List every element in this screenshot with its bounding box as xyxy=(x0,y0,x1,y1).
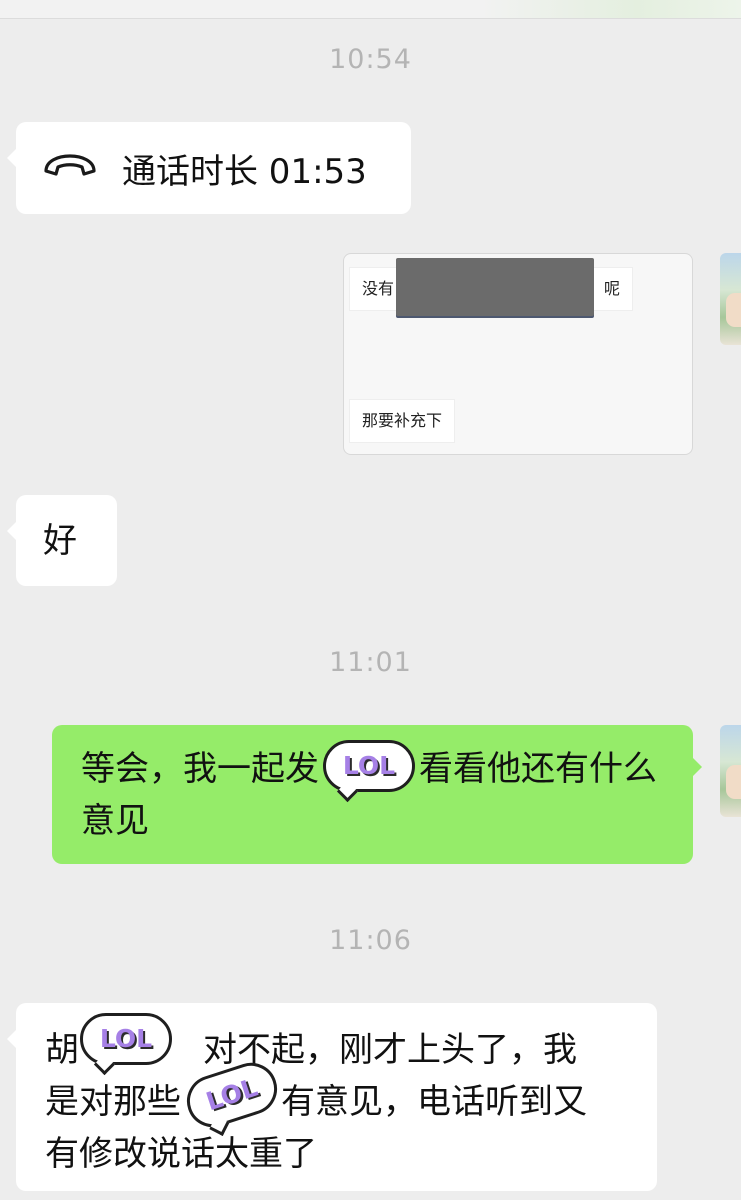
call-record-bubble[interactable]: 通话时长 01:53 xyxy=(7,122,411,214)
timestamp: 11:01 xyxy=(329,647,412,678)
message-line: 有修改说话太重了 xyxy=(45,1134,317,1174)
message-text-segment: 胡 xyxy=(45,1030,79,1070)
image-snippet-prefix: 没有 xyxy=(362,279,395,298)
message-line: 是对那些 有意见，电话听到又 xyxy=(45,1076,633,1128)
lol-sticker-icon: LOL xyxy=(80,1013,172,1065)
outgoing-message-bubble[interactable]: 等会，我一起发 LOL 看看他还有什么意见 xyxy=(52,725,702,864)
message-text-segment: 是对那些 xyxy=(45,1082,181,1122)
call-duration-label: 通话时长 01:53 xyxy=(122,151,367,192)
lol-sticker-icon: LOL xyxy=(323,739,415,792)
top-bar xyxy=(0,0,741,19)
image-snippet-suffix: 呢 xyxy=(603,279,620,298)
message-text: 好 xyxy=(43,520,77,561)
timestamp: 10:54 xyxy=(329,44,412,75)
redaction-block xyxy=(396,258,594,316)
message-bubble[interactable]: 好 xyxy=(7,495,117,586)
timestamp: 11:06 xyxy=(329,925,412,956)
message-text-segment: 有意见，电话听到又 xyxy=(281,1082,587,1122)
image-text-snippet: 那要补充下 xyxy=(350,400,455,442)
top-bar-accent xyxy=(480,0,741,18)
phone-hangup-icon xyxy=(42,151,98,185)
message-bubble[interactable]: 胡对不起，刚才上头了，我 是对那些 有意见，电话听到又 有修改说话太重了 LOL … xyxy=(7,1003,657,1191)
avatar[interactable] xyxy=(720,253,741,345)
shared-image-message[interactable]: 没有 呢 那要补充下 xyxy=(343,253,693,455)
message-text: 等会，我一起发 LOL 看看他还有什么意见 xyxy=(81,739,669,847)
message-text-segment: 等会，我一起发 xyxy=(81,749,319,789)
avatar[interactable] xyxy=(720,725,741,817)
